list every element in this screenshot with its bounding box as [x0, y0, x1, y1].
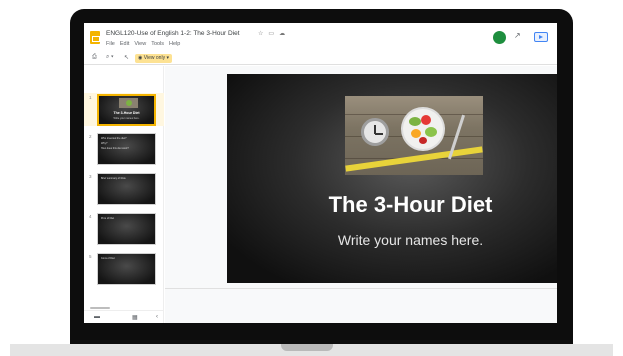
title-actions: ☆ ▭ ☁: [258, 30, 285, 37]
laptop-screen: ENGL120-Use of English 1-2: The 3-Hour D…: [84, 23, 557, 323]
cursor-icon[interactable]: ↖: [124, 54, 129, 61]
view-only-badge[interactable]: ◉ View only ▾: [135, 54, 172, 63]
thumbnail-image: [119, 98, 138, 108]
menu-tools[interactable]: Tools: [151, 41, 164, 47]
filmstrip-item[interactable]: 4 Pros of Diet: [84, 212, 164, 245]
filmstrip-item[interactable]: 1 The 3-Hour Diet Write your names here.: [84, 93, 164, 126]
slide-number: 1: [89, 95, 92, 100]
zoom-icon[interactable]: ⌕ ▾: [106, 54, 114, 61]
document-title[interactable]: ENGL120-Use of English 1-2: The 3-Hour D…: [106, 30, 240, 37]
thumbnail-text: Who invented the diet?: [101, 137, 127, 140]
menu-file[interactable]: File: [106, 41, 115, 47]
slide-filmstrip: 1 The 3-Hour Diet Write your names here.…: [84, 66, 164, 323]
thumbnail-title: The 3-Hour Diet: [113, 111, 140, 115]
print-icon[interactable]: ⎙: [92, 54, 97, 61]
alarm-clock-icon: [361, 118, 389, 146]
diet-photo: [345, 96, 483, 175]
slide-thumbnail[interactable]: Brief summary of Rule: [97, 173, 156, 205]
filmstrip-item[interactable]: 2 Who invented the diet? Why? How does t…: [84, 132, 164, 165]
slide-subtitle[interactable]: Write your names here.: [227, 232, 557, 248]
salad-bowl: [403, 109, 443, 149]
filmstrip-scrollbar[interactable]: [90, 307, 110, 309]
filmstrip-item[interactable]: 5 Cons of Diet: [84, 252, 164, 285]
thumbnail-text: How does this diet work?: [101, 147, 129, 150]
stage: ENGL120-Use of English 1-2: The 3-Hour D…: [0, 0, 623, 356]
salad-leaf: [425, 127, 437, 137]
thumbnail-subtitle: Write your names here.: [113, 117, 140, 120]
laptop-notch: [281, 344, 333, 351]
tomato: [419, 137, 427, 144]
thumbnail-text: Pros of Diet: [101, 217, 115, 220]
toolbar: ⎙ ⌕ ▾ ↖ ◉ View only ▾: [84, 52, 557, 65]
menu-edit[interactable]: Edit: [120, 41, 129, 47]
slide-thumbnail[interactable]: Who invented the diet? Why? How does thi…: [97, 133, 156, 165]
pepper: [411, 129, 421, 138]
thumbnail-text: Brief summary of Rule: [101, 177, 126, 180]
tomato: [421, 115, 431, 125]
speaker-notes-divider: [165, 288, 557, 289]
cloud-icon[interactable]: ☁: [279, 30, 285, 37]
slide-canvas: The 3-Hour Diet Write your names here.: [165, 66, 557, 323]
current-slide[interactable]: The 3-Hour Diet Write your names here.: [227, 74, 557, 283]
menu-help[interactable]: Help: [169, 41, 180, 47]
grid-view-icon[interactable]: ▦: [132, 314, 138, 321]
slide-thumbnail[interactable]: The 3-Hour Diet Write your names here.: [97, 94, 156, 126]
trending-icon[interactable]: ↗: [514, 31, 521, 40]
slide-number: 4: [89, 214, 92, 219]
filmstrip-item[interactable]: 3 Brief summary of Rule: [84, 172, 164, 205]
avatar[interactable]: [493, 31, 506, 44]
slide-number: 5: [89, 254, 92, 259]
thumbnail-text: Cons of Diet: [101, 257, 115, 260]
collapse-icon[interactable]: ‹: [156, 314, 158, 320]
filmstrip-view-icon[interactable]: ▬: [94, 314, 100, 320]
slides-logo-icon[interactable]: [90, 31, 100, 44]
folder-icon[interactable]: ▭: [268, 30, 274, 37]
present-icon[interactable]: [534, 32, 548, 42]
menu-view[interactable]: View: [134, 41, 146, 47]
thumbnail-text: Why?: [101, 142, 108, 145]
measuring-tape: [345, 146, 483, 172]
slide-number: 2: [89, 134, 92, 139]
view-only-label: View only: [143, 55, 166, 61]
slide-thumbnail[interactable]: Cons of Diet: [97, 253, 156, 285]
salad-leaf: [409, 117, 421, 126]
star-icon[interactable]: ☆: [258, 30, 263, 37]
filmstrip-footer: ▬ ▦ ‹: [84, 310, 164, 323]
slide-number: 3: [89, 174, 92, 179]
slide-title[interactable]: The 3-Hour Diet: [227, 192, 557, 218]
menu-bar: File Edit View Tools Help: [106, 41, 180, 47]
slide-thumbnail[interactable]: Pros of Diet: [97, 213, 156, 245]
